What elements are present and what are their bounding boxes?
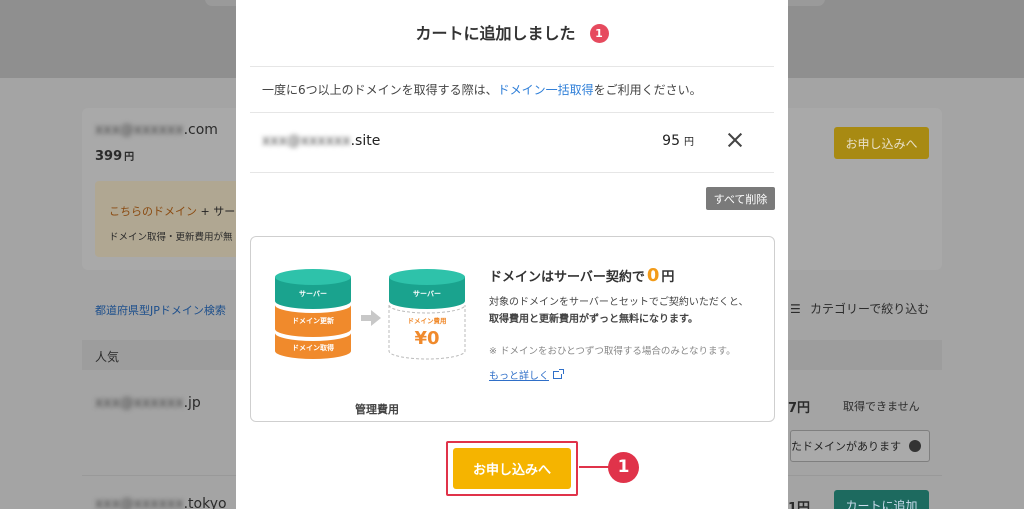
cart-count-badge: 1	[589, 24, 609, 43]
promo-note: ※ ドメインをおひとつずつ取得する場合のみとなります。	[489, 346, 736, 357]
illus-renew-label: ドメイン更新	[292, 316, 334, 325]
more-details-link[interactable]: もっと詳しく	[489, 367, 564, 382]
bg-domain-com: xxx@xxxxxx.com	[95, 122, 218, 138]
bg-alt-domains-button[interactable]: たドメインがあります	[790, 430, 930, 462]
bg-add-to-cart-button[interactable]: カートに追加	[834, 490, 929, 509]
promo-title: ドメインはサーバー契約で 0 円	[489, 265, 675, 286]
cart-item-price: 95 円	[662, 133, 694, 149]
bg-jp-price: 7円	[788, 401, 811, 416]
cart-item: xxx@xxxxxx.site 95 円	[250, 113, 774, 172]
illus-zero-yen: ¥0	[414, 328, 439, 349]
illus-server-label-2: サーバー	[413, 290, 441, 298]
illus-acquire-label: ドメイン取得	[292, 343, 334, 352]
bg-category-filter[interactable]: ☰ カテゴリーで絞り込む	[790, 300, 929, 317]
callout-number-badge: 1	[608, 452, 639, 483]
bg-domain-price: 399 円	[95, 149, 135, 164]
bg-promo-sub: ドメイン取得・更新費用が無	[109, 232, 233, 243]
filter-icon: ☰	[790, 302, 801, 316]
bulk-notice: 一度に6つ以上のドメインを取得する際は、ドメイン一括取得をご利用ください。	[262, 83, 702, 97]
bg-promo-text: こちらのドメイン + サー	[109, 205, 236, 218]
cart-item-domain: xxx@xxxxxx.site	[262, 133, 381, 149]
divider	[250, 172, 774, 173]
play-icon	[909, 440, 921, 452]
illus-caption: 管理費用	[355, 403, 399, 416]
bg-section-popular: 人気	[95, 350, 120, 364]
bg-apply-button[interactable]: お申し込みへ	[834, 127, 929, 159]
bg-tokyo-price: 1円	[788, 501, 811, 509]
callout-line	[579, 466, 609, 468]
divider	[250, 66, 774, 67]
bg-prefecture-link[interactable]: 都道府県型JPドメイン検索	[95, 302, 226, 318]
promo-description: 対象のドメインをサーバーとセットでご契約いただくと、 取得費用と更新費用がずっと…	[489, 297, 749, 325]
modal-title: カートに追加しました 1	[236, 20, 788, 44]
bg-domain-tokyo: xxx@xxxxxx.tokyo	[95, 496, 227, 509]
cart-modal: カートに追加しました 1 一度に6つ以上のドメインを取得する際は、ドメイン一括取得…	[236, 0, 788, 509]
delete-all-button[interactable]: すべて削除	[706, 187, 775, 210]
remove-item-icon[interactable]	[724, 129, 746, 151]
server-domain-illustration: サーバー ドメイン更新 ドメイン取得 サーバー ドメイン費用 ¥0 管理費用	[271, 265, 471, 416]
bg-unavailable: 取得できません	[843, 400, 920, 413]
cylinder-diagram: サーバー ドメイン更新 ドメイン取得 サーバー ドメイン費用 ¥0	[275, 269, 466, 360]
promo-box: サーバー ドメイン更新 ドメイン取得 サーバー ドメイン費用 ¥0 管理費用 ド	[250, 236, 775, 422]
bg-promo-box: こちらのドメイン + サー ドメイン取得・更新費用が無	[95, 181, 245, 257]
apply-button[interactable]: お申し込みへ	[453, 448, 571, 489]
illus-server-label: サーバー	[299, 290, 327, 298]
external-link-icon	[553, 369, 564, 379]
bulk-domain-link[interactable]: ドメイン一括取得	[498, 83, 594, 97]
illus-fee-label: ドメイン費用	[408, 316, 447, 325]
bg-domain-jp: xxx@xxxxxx.jp	[95, 395, 201, 411]
